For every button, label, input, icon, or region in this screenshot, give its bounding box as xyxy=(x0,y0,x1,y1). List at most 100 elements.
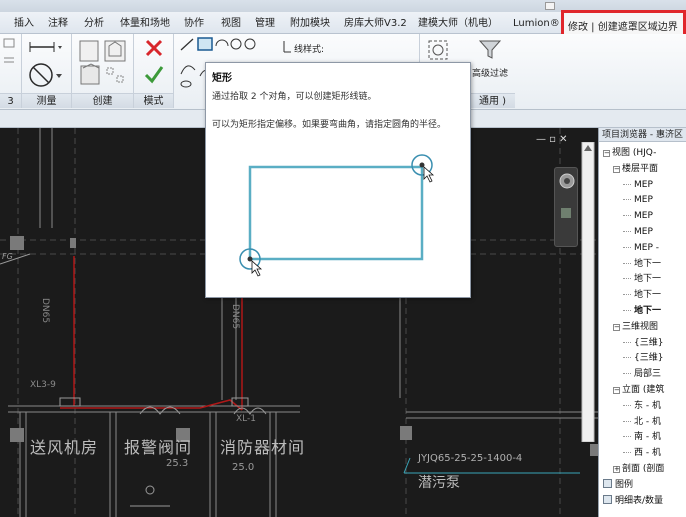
panel-mode: 模式 xyxy=(134,34,174,108)
cancel-edit-icon[interactable] xyxy=(144,38,164,58)
tooltip-title: 矩形 xyxy=(212,73,232,84)
browser-tree-item[interactable]: − 视图 (HJQ- xyxy=(603,146,656,161)
browser-tree-item[interactable]: − 楼层平面 xyxy=(613,162,658,177)
room-label-fan: 送风机房 xyxy=(30,438,99,457)
tree-branch-icon xyxy=(623,452,631,454)
equipment-label-pump: 潜污泵 xyxy=(418,475,460,491)
finish-edit-icon[interactable] xyxy=(144,64,164,84)
browser-tree-item[interactable]: MEP xyxy=(623,193,653,208)
tab-fangku[interactable]: 房库大师V3.2 xyxy=(344,16,407,32)
browser-tree-item[interactable]: MEP xyxy=(623,225,653,240)
tab-annotate[interactable]: 注释 xyxy=(48,16,68,32)
advanced-filter-label[interactable]: 高级过滤 xyxy=(472,66,508,79)
tab-manage[interactable]: 管理 xyxy=(255,16,275,32)
tree-branch-icon xyxy=(623,404,631,406)
tree-branch-icon xyxy=(623,373,631,375)
canvas-scrollbar[interactable] xyxy=(580,142,596,442)
filter-icon[interactable] xyxy=(478,38,502,62)
steering-wheel-icon[interactable] xyxy=(555,168,579,248)
tab-analyze[interactable]: 分析 xyxy=(84,16,104,32)
tab-lumion[interactable]: Lumion® xyxy=(513,16,560,32)
project-browser-title: 项目浏览器 - 惠济区 xyxy=(599,128,686,142)
tree-expand-toggle-icon[interactable]: − xyxy=(613,165,620,173)
navigation-bar[interactable] xyxy=(554,167,578,247)
panel-partial-left: 3 xyxy=(0,34,22,108)
tree-expand-toggle-icon[interactable]: − xyxy=(613,387,620,394)
window-button[interactable] xyxy=(545,2,555,10)
tree-branch-icon xyxy=(623,420,631,422)
room-label-alarm-valve: 报警阀间 xyxy=(124,438,193,457)
tree-branch-icon xyxy=(623,278,631,280)
tab-massing[interactable]: 体量和场地 xyxy=(120,16,170,32)
browser-tree-item-label: 东 - 机 xyxy=(634,400,661,411)
browser-tree-item[interactable]: 北 - 机 xyxy=(623,415,661,430)
browser-tree-item-label: 地下一 xyxy=(634,274,662,285)
browser-tree-item-label: 局部三 xyxy=(634,369,662,380)
browser-tree-item-label: 三维视图 xyxy=(622,321,659,332)
browser-tree-item[interactable]: 地下一 xyxy=(623,304,661,319)
browser-tree-item-label: 南 - 机 xyxy=(634,432,661,443)
browser-tree-item-label: 明细表/数量 xyxy=(615,495,664,506)
browser-tree-item[interactable]: 明细表/数量 xyxy=(603,494,663,509)
tab-insert[interactable]: 插入 xyxy=(14,16,34,32)
panel-label-measure: 测量 xyxy=(22,93,71,108)
browser-tree-item[interactable]: − 立面 (建筑 xyxy=(613,383,664,398)
tree-branch-icon xyxy=(623,341,631,343)
line-style-icon xyxy=(283,41,291,53)
browser-tree-item[interactable]: 局部三 xyxy=(623,367,661,382)
browser-tree-item[interactable]: MEP xyxy=(623,209,653,224)
browser-tree-item-label: MEP xyxy=(634,195,653,206)
tooltip-line-1: 通过拾取 2 个对角，可以创建矩形线链。 xyxy=(212,92,377,102)
browser-tree-item-label: MEP xyxy=(634,211,653,222)
tooltip-line-2: 可以为矩形指定偏移。如果要弯曲角，请指定圆角的半径。 xyxy=(212,120,447,130)
tree-branch-icon xyxy=(623,215,631,217)
tab-collaborate[interactable]: 协作 xyxy=(184,16,204,32)
browser-tree-item[interactable]: {三维} xyxy=(623,351,663,366)
browser-tree-item[interactable]: 地下一 xyxy=(623,257,661,272)
tree-expand-toggle-icon[interactable]: − xyxy=(603,150,610,157)
tree-expand-toggle-icon[interactable]: + xyxy=(613,466,620,473)
tab-view[interactable]: 视图 xyxy=(221,16,241,32)
panel-measure: 测量 xyxy=(22,34,72,108)
grid-mark: FG xyxy=(2,252,13,261)
tree-branch-icon xyxy=(623,246,631,248)
line-style-label: 线样式: xyxy=(294,45,325,55)
browser-tree-item[interactable]: 南 - 机 xyxy=(623,430,661,445)
modify-tools-icon[interactable] xyxy=(3,38,17,68)
browser-tree-item-label: 地下一 xyxy=(634,306,662,316)
create-components-icon[interactable] xyxy=(77,38,131,90)
tree-expand-toggle-icon[interactable]: − xyxy=(613,323,620,331)
browser-tree-item[interactable]: 地下一 xyxy=(623,272,661,287)
view-window-controls[interactable]: — ▫ ✕ xyxy=(536,134,580,148)
browser-tree-item[interactable]: − 三维视图 xyxy=(613,320,658,335)
aligned-dimension-icon[interactable] xyxy=(28,40,62,54)
browser-tree-item[interactable]: 东 - 机 xyxy=(623,399,661,414)
rectangle-illustration-icon xyxy=(239,154,435,277)
browser-tree-item-label: 图例 xyxy=(615,479,634,490)
browser-tree-item[interactable]: 地下一 xyxy=(623,288,661,303)
select-region-icon[interactable] xyxy=(426,38,450,62)
browser-tree-item-label: {三维} xyxy=(634,353,664,364)
tree-branch-icon xyxy=(623,183,631,185)
pipe-size-label-2: DN65 xyxy=(230,304,240,330)
browser-tree-item-label: MEP - xyxy=(634,242,659,253)
browser-tree-item[interactable]: {三维} xyxy=(623,336,663,351)
browser-tree-item-label: 地下一 xyxy=(634,258,662,269)
project-browser: 项目浏览器 - 惠济区 − 视图 (HJQ- − 楼层平面 MEP MEP MEP MEP ME… xyxy=(598,128,686,517)
panel-label-mode: 模式 xyxy=(134,93,173,108)
browser-tree-item-label: 立面 (建筑 xyxy=(622,385,665,395)
area-label-1: 25.3 xyxy=(166,458,189,469)
browser-tree-item[interactable]: 图例 xyxy=(603,478,633,493)
browser-tree-item-label: MEP xyxy=(634,179,653,190)
browser-tree-item[interactable]: MEP - xyxy=(623,241,659,256)
tab-jianmo[interactable]: 建模大师（机电） xyxy=(418,16,498,32)
tab-addins[interactable]: 附加模块 xyxy=(290,16,330,32)
measure-circle-icon[interactable] xyxy=(28,62,62,88)
browser-tree-item[interactable]: MEP xyxy=(623,178,653,193)
tree-node-icon xyxy=(603,494,612,504)
rectangle-tool-tooltip: 矩形 通过拾取 2 个对角，可以创建矩形线链。 可以为矩形指定偏移。如果要弯曲角… xyxy=(205,62,471,298)
browser-tree-item[interactable]: 西 - 机 xyxy=(623,446,661,461)
tree-node-icon xyxy=(603,478,612,488)
browser-tree-item-label: 视图 (HJQ- xyxy=(612,148,657,158)
browser-tree-item[interactable]: + 剖面 (剖面 xyxy=(613,462,664,477)
